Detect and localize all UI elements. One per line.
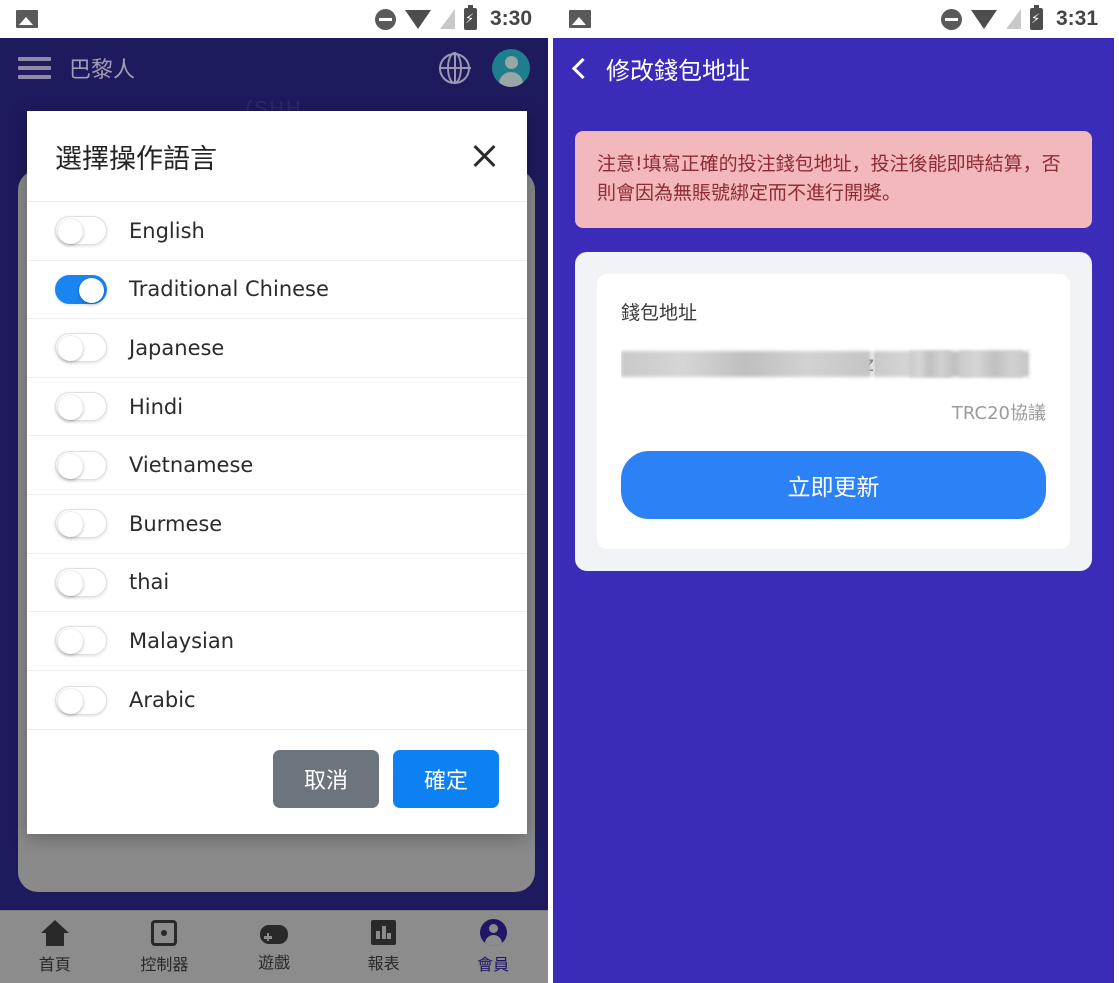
page-header: 修改錢包地址 — [553, 38, 1114, 98]
list-item[interactable]: Vietnamese — [27, 436, 527, 495]
language-toggle[interactable] — [55, 567, 107, 597]
nav-label: 首頁 — [38, 954, 71, 974]
update-button[interactable]: 立即更新 — [621, 450, 1046, 519]
dnd-icon — [374, 8, 396, 30]
bottom-navigation: 首頁 控制器 遊戲 報表 會員 — [0, 910, 548, 983]
app-title: 巴黎人 — [69, 58, 136, 83]
language-toggle[interactable] — [55, 216, 107, 246]
list-item[interactable]: Arabic — [27, 671, 527, 730]
list-item[interactable]: Traditional Chinese — [27, 261, 527, 320]
page-body: 注意!填寫正確的投注錢包地址，投注後能即時結算，否則會因為無賬號綁定而不進行開獎… — [553, 98, 1114, 571]
redaction-block — [959, 350, 1029, 377]
dnd-icon — [940, 8, 962, 30]
language-toggle[interactable] — [55, 392, 107, 422]
wallet-card-inner: 錢包地址 Li6ezMI TRC20協議 立即更新 — [597, 273, 1070, 549]
dual-screenshot-container: 3:30 巴黎人 (SHH 選擇操作語言 — [0, 0, 1119, 983]
language-label: English — [129, 218, 205, 243]
nav-item-controller[interactable]: 控制器 — [110, 911, 220, 983]
page-title: 修改錢包地址 — [606, 56, 750, 85]
status-bar-notifications — [16, 10, 38, 28]
nav-label: 遊戲 — [257, 953, 290, 972]
back-chevron-icon[interactable] — [571, 57, 594, 79]
status-bar-left: 3:30 — [0, 0, 548, 38]
avatar-icon[interactable] — [492, 49, 530, 87]
redaction-block — [909, 350, 951, 377]
language-dialog-header: 選擇操作語言 — [27, 111, 527, 202]
language-toggle[interactable] — [55, 450, 107, 480]
globe-icon[interactable] — [439, 52, 470, 84]
signal-icon — [1005, 9, 1021, 29]
list-item[interactable]: Hindi — [27, 378, 527, 437]
photo-icon — [569, 10, 591, 28]
wallet-address-label: 錢包地址 — [621, 301, 698, 324]
language-label: thai — [129, 570, 170, 595]
hamburger-icon[interactable] — [18, 57, 51, 79]
nav-label: 會員 — [477, 955, 510, 974]
language-label: Traditional Chinese — [129, 277, 329, 302]
wallet-card-outer: 錢包地址 Li6ezMI TRC20協議 立即更新 — [575, 251, 1092, 571]
close-icon[interactable] — [469, 141, 499, 171]
language-label: Hindi — [129, 394, 184, 419]
app-header: 巴黎人 — [0, 38, 548, 98]
nav-item-home[interactable]: 首頁 — [0, 911, 110, 983]
chart-icon — [371, 920, 397, 945]
photo-icon — [16, 10, 38, 28]
nav-item-games[interactable]: 遊戲 — [219, 911, 329, 983]
language-dialog: 選擇操作語言 English Traditional Chinese Japan… — [27, 111, 527, 835]
person-icon — [479, 919, 507, 946]
language-label: Burmese — [129, 511, 223, 536]
warning-banner: 注意!填寫正確的投注錢包地址，投注後能即時結算，否則會因為無賬號綁定而不進行開獎… — [575, 131, 1092, 228]
battery-charging-icon — [1029, 5, 1043, 30]
confirm-button[interactable]: 確定 — [393, 750, 499, 809]
signal-icon — [439, 9, 455, 29]
nav-label: 報表 — [367, 954, 400, 973]
language-dialog-title: 選擇操作語言 — [55, 143, 217, 175]
cancel-button[interactable]: 取消 — [273, 750, 379, 809]
list-item[interactable]: Burmese — [27, 495, 527, 554]
status-bar-time: 3:31 — [1055, 7, 1098, 30]
language-label: Vietnamese — [129, 453, 254, 478]
nav-label: 控制器 — [140, 954, 189, 974]
language-label: Japanese — [129, 335, 225, 360]
battery-charging-icon — [463, 5, 477, 30]
list-item[interactable]: Malaysian — [27, 612, 527, 671]
language-toggle[interactable] — [55, 685, 107, 715]
language-list: English Traditional Chinese Japanese Hin… — [27, 202, 527, 729]
home-icon — [40, 919, 69, 946]
right-phone-screen: 3:31 修改錢包地址 注意!填寫正確的投注錢包地址，投注後能即時結算，否則會因… — [553, 0, 1114, 983]
status-bar-time: 3:30 — [489, 7, 532, 30]
status-bar-right: 3:31 — [553, 0, 1114, 38]
status-bar-system-icons: 3:31 — [940, 5, 1098, 31]
wifi-icon — [404, 9, 431, 29]
language-toggle[interactable] — [55, 509, 107, 539]
status-bar-notifications — [569, 10, 591, 28]
nav-item-reports[interactable]: 報表 — [329, 911, 439, 983]
wallet-address-input[interactable]: Li6ezMI — [621, 347, 1046, 381]
list-item[interactable]: English — [27, 202, 527, 261]
language-label: Arabic — [129, 688, 196, 713]
wallet-protocol-label: TRC20協議 — [951, 402, 1046, 424]
status-bar-system-icons: 3:30 — [374, 5, 532, 31]
language-toggle[interactable] — [55, 274, 107, 304]
header-actions — [439, 49, 530, 87]
language-toggle[interactable] — [55, 333, 107, 363]
redaction-block — [621, 350, 871, 377]
language-dialog-footer: 取消 確定 — [27, 729, 527, 834]
left-phone-screen: 3:30 巴黎人 (SHH 選擇操作語言 — [0, 0, 553, 983]
nav-item-member[interactable]: 會員 — [438, 911, 548, 983]
gamepad-icon — [259, 925, 288, 944]
language-label: Malaysian — [129, 628, 235, 653]
controller-icon — [151, 919, 178, 946]
list-item[interactable]: thai — [27, 554, 527, 613]
wifi-icon — [970, 9, 997, 29]
list-item[interactable]: Japanese — [27, 319, 527, 378]
language-toggle[interactable] — [55, 626, 107, 656]
